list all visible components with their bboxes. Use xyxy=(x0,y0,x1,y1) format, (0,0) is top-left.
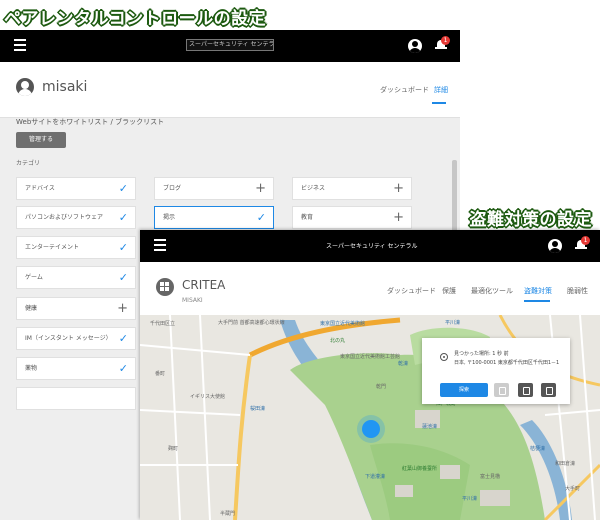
map-label: 平川濠 xyxy=(445,320,461,326)
user-name: misaki xyxy=(42,79,88,95)
antitheft-caption: 盗難対策の設定 xyxy=(469,210,592,230)
category-blog[interactable]: ブログ + xyxy=(154,177,274,200)
category-label: 掲示 xyxy=(163,214,176,221)
map-label: 平川濠 xyxy=(462,496,478,502)
wipe-button[interactable] xyxy=(494,383,509,397)
category-label: ゲーム xyxy=(25,274,43,281)
hamburger-menu-icon[interactable] xyxy=(154,239,166,251)
category-drugs[interactable]: 薬物 ✓ xyxy=(16,357,136,380)
map-label: 和田倉濠 xyxy=(555,461,576,467)
category-advice[interactable]: アドバイス ✓ xyxy=(16,177,136,200)
category-computers-software[interactable]: パソコンおよびソフトウェア ✓ xyxy=(16,206,136,229)
delete-button[interactable] xyxy=(541,383,556,397)
category-health[interactable]: 健康 + xyxy=(16,297,136,320)
plus-icon: + xyxy=(393,181,404,196)
account-icon[interactable] xyxy=(548,239,562,253)
locate-button[interactable]: 探索 xyxy=(440,383,488,397)
map-label: 大手町 xyxy=(565,486,581,492)
account-icon[interactable] xyxy=(408,39,422,53)
category-label: 健康 xyxy=(25,305,38,312)
website-list-label: Webサイトをホワイトリスト / ブラックリスト xyxy=(16,118,165,126)
check-icon: ✓ xyxy=(118,362,128,375)
check-icon: ✓ xyxy=(118,332,128,345)
check-icon: ✓ xyxy=(118,211,128,224)
tab-optimizer[interactable]: 最適化ツール xyxy=(471,286,513,296)
found-time: 見つかった場所: 1 秒 前 xyxy=(454,351,509,357)
category-label: エンターテイメント xyxy=(25,244,80,251)
tab-antitheft[interactable]: 盗難対策 xyxy=(524,286,552,296)
windows-icon xyxy=(156,278,174,296)
active-tab-indicator xyxy=(432,102,446,104)
categories-label: カテゴリ xyxy=(16,160,41,167)
map-label: 半蔵門 xyxy=(220,511,236,517)
map-label: 乾門 xyxy=(376,384,387,390)
check-icon: ✓ xyxy=(118,182,128,195)
top-app-bar: スーパーセキュリティ センテラ 1 xyxy=(0,30,460,62)
map-label: 麹町 xyxy=(168,446,179,452)
check-icon: ✓ xyxy=(118,271,128,284)
category-label: ビジネス xyxy=(301,185,326,192)
map-label: 大手門前 首都高速都心環状線 xyxy=(218,320,285,326)
category-bulletin[interactable]: 掲示 ✓ xyxy=(154,206,274,229)
composite-screenshot: スーパーセキュリティ センテラ 1 misaki ダッシュボード 詳細 Webサ… xyxy=(0,0,600,520)
found-address: 日本, 〒100-0001 東京都千代田区千代田1－1 xyxy=(454,360,560,366)
device-name: CRITEA xyxy=(182,278,226,292)
tab-dashboard[interactable]: ダッシュボード xyxy=(387,286,436,296)
category-business[interactable]: ビジネス + xyxy=(292,177,412,200)
map-label: 東京国立近代美術館工芸館 xyxy=(340,354,401,360)
notification-badge: 1 xyxy=(441,36,450,45)
map-label: 千代田区立 xyxy=(150,321,176,327)
category-instant-messaging[interactable]: IM（インスタント メッセージ） ✓ xyxy=(16,327,136,350)
map-label: 桜田濠 xyxy=(250,406,266,412)
app-logo: スーパーセキュリティ センテラ xyxy=(186,39,274,51)
check-icon: ✓ xyxy=(256,211,266,224)
map-label: 東京国立近代美術館 xyxy=(320,321,366,327)
category-label: パソコンおよびソフトウェア xyxy=(25,214,104,221)
plus-icon: + xyxy=(117,301,128,316)
category-label: 薬物 xyxy=(25,365,38,372)
manage-button[interactable]: 管理する xyxy=(16,132,66,148)
tab-dashboard[interactable]: ダッシュボード xyxy=(380,85,429,95)
device-user: MISAKI xyxy=(182,297,203,304)
tab-protection[interactable]: 保護 xyxy=(442,286,456,296)
map-label: 乾濠 xyxy=(398,361,409,367)
location-info-card: 見つかった場所: 1 秒 前 日本, 〒100-0001 東京都千代田区千代田1… xyxy=(422,338,570,404)
top-app-bar: スーパーセキュリティ センテラル 1 xyxy=(140,230,600,262)
antitheft-window: スーパーセキュリティ センテラル 1 CRITEA MISAKI ダッシュボード… xyxy=(140,230,600,520)
location-icon xyxy=(440,353,448,361)
user-header: misaki ダッシュボード 詳細 xyxy=(0,62,460,118)
category-education[interactable]: 教育 + xyxy=(292,206,412,229)
category-games[interactable]: ゲーム ✓ xyxy=(16,266,136,289)
map-label: 下道灌濠 xyxy=(365,474,386,480)
category-label: 教育 xyxy=(301,214,314,221)
plus-icon: + xyxy=(255,181,266,196)
category-next[interactable] xyxy=(16,387,136,410)
map-label: 番町 xyxy=(155,371,166,377)
category-label: アドバイス xyxy=(25,185,55,192)
map-label: 桔梗濠 xyxy=(530,446,546,452)
map-label: 蓮池濠 xyxy=(422,424,438,430)
tab-vulnerability[interactable]: 脆弱性 xyxy=(567,286,588,296)
app-title: スーパーセキュリティ センテラル xyxy=(326,243,418,250)
map-label: イギリス大使館 xyxy=(190,394,226,400)
tab-details[interactable]: 詳細 xyxy=(434,85,448,95)
lock-button[interactable] xyxy=(518,383,533,397)
notification-badge: 1 xyxy=(581,236,590,245)
hamburger-menu-icon[interactable] xyxy=(14,39,26,51)
category-label: IM（インスタント メッセージ） xyxy=(25,335,112,342)
category-entertainment[interactable]: エンターテイメント ✓ xyxy=(16,236,136,259)
user-avatar-icon xyxy=(16,78,34,96)
map-label: 北の丸 xyxy=(330,338,346,344)
map-label: 紅葉山御養蚕所 xyxy=(402,466,438,472)
map-label: 富士見櫓 xyxy=(480,474,501,480)
category-label: ブログ xyxy=(163,185,182,192)
check-icon: ✓ xyxy=(118,241,128,254)
scrollbar[interactable] xyxy=(452,160,457,240)
plus-icon: + xyxy=(393,210,404,225)
device-location-marker[interactable] xyxy=(362,420,380,438)
parental-caption: ペアレンタルコントロールの設定 xyxy=(4,9,267,29)
active-tab-indicator xyxy=(524,300,550,302)
